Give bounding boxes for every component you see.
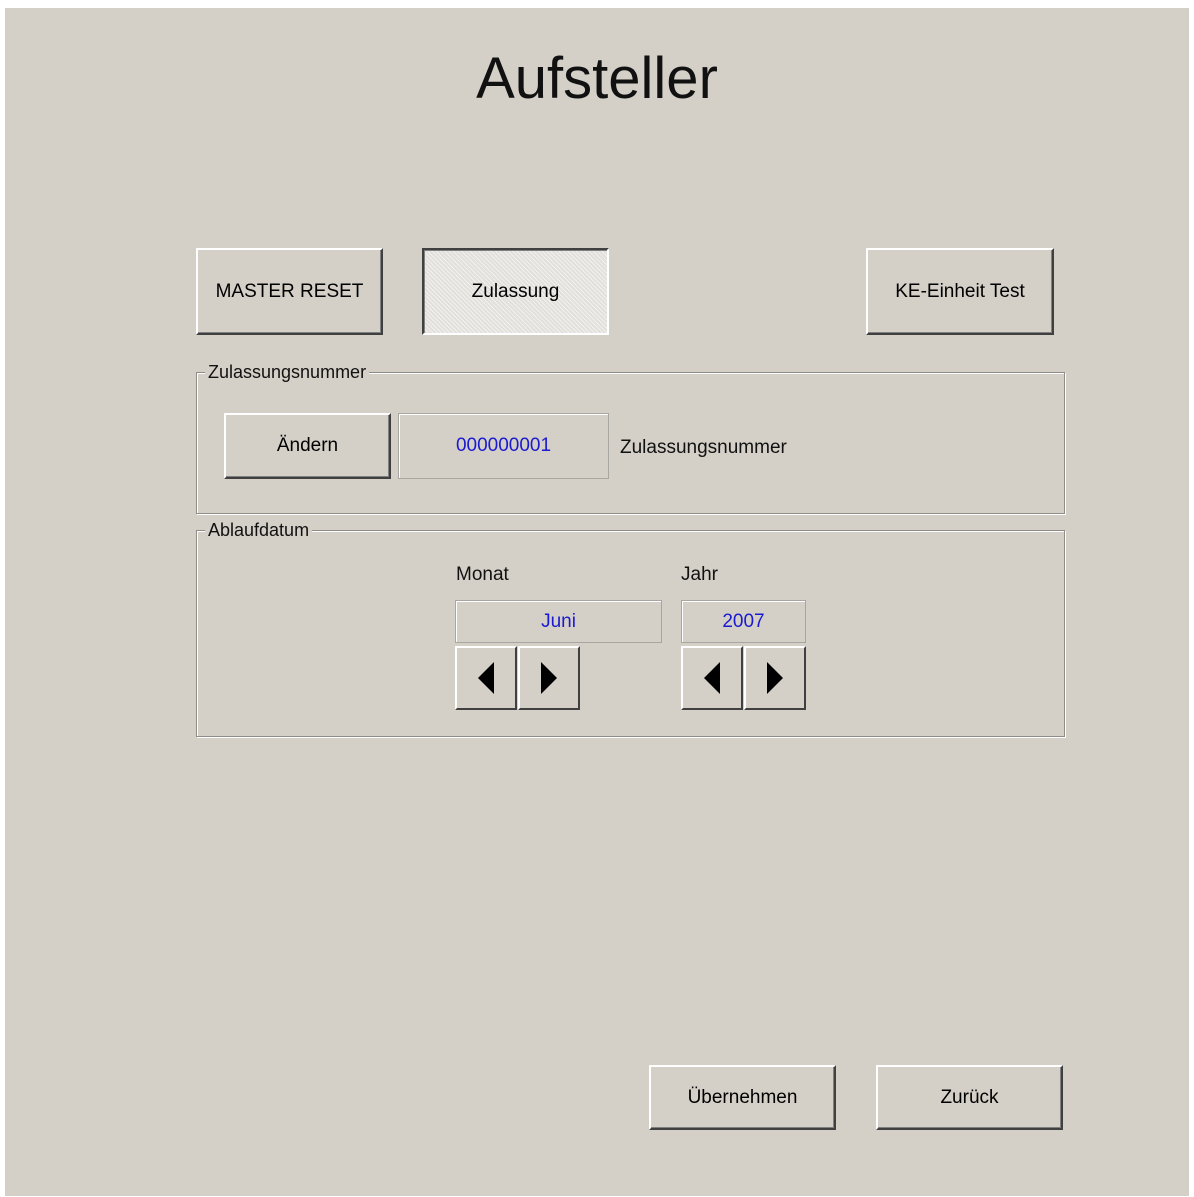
page-title: Aufsteller	[476, 46, 718, 111]
master-reset-button[interactable]: MASTER RESET	[196, 248, 383, 335]
ablaufdatum-legend: Ablaufdatum	[205, 519, 313, 541]
ke-einheit-test-button[interactable]: KE-Einheit Test	[866, 248, 1054, 335]
month-label: Monat	[456, 564, 509, 585]
triangle-right-icon	[767, 662, 783, 694]
zulassung-button[interactable]: Zulassung	[422, 248, 609, 335]
month-next-button[interactable]	[518, 646, 580, 710]
month-prev-button[interactable]	[455, 646, 517, 710]
year-label: Jahr	[681, 564, 718, 585]
year-next-button[interactable]	[744, 646, 806, 710]
window: Aufsteller MASTER RESET Zulassung KE-Ein…	[5, 8, 1189, 1196]
month-field: Juni	[455, 600, 662, 643]
triangle-left-icon	[478, 662, 494, 694]
year-prev-button[interactable]	[681, 646, 743, 710]
year-field: 2007	[681, 600, 806, 643]
aendern-button[interactable]: Ändern	[224, 413, 391, 479]
zulassungsnummer-legend: Zulassungsnummer	[205, 361, 370, 383]
uebernehmen-button[interactable]: Übernehmen	[649, 1065, 836, 1130]
triangle-left-icon	[704, 662, 720, 694]
zulassungsnummer-field: 000000001	[398, 413, 609, 479]
zulassungsnummer-label: Zulassungsnummer	[620, 437, 787, 458]
triangle-right-icon	[541, 662, 557, 694]
zurueck-button[interactable]: Zurück	[876, 1065, 1063, 1130]
